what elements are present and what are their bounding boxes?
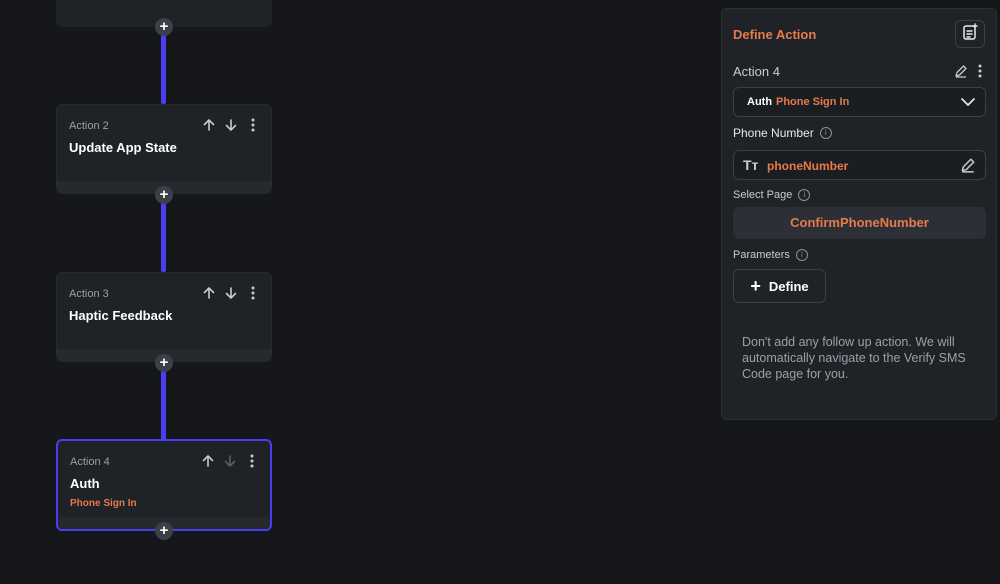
move-up-icon[interactable] <box>201 285 217 301</box>
select-page-button[interactable]: ConfirmPhoneNumber <box>733 207 986 239</box>
text-type-icon: Tт <box>743 157 759 173</box>
phone-number-value: phoneNumber <box>767 159 849 173</box>
action-subtitle: Phone Sign In <box>70 498 137 509</box>
more-options-icon[interactable] <box>245 117 261 133</box>
action-card[interactable]: Action 3 Haptic Feedback <box>56 272 272 362</box>
connector-line <box>161 368 166 440</box>
action-label: Action 3 <box>69 288 109 300</box>
plus-icon: + <box>750 276 761 296</box>
phone-number-label: Phone Number i <box>733 126 832 140</box>
define-parameters-button[interactable]: + Define <box>733 269 826 303</box>
more-options-icon[interactable] <box>245 285 261 301</box>
add-action-button[interactable]: + <box>155 522 173 540</box>
define-button-label: Define <box>768 278 809 294</box>
select-page-label-text: Select Page <box>733 189 793 201</box>
action-type-dropdown[interactable]: Auth Phone Sign In <box>733 87 986 117</box>
action-title: Haptic Feedback <box>69 308 173 323</box>
action-card[interactable]: Action 2 Update App State <box>56 104 272 194</box>
action-label: Action 4 <box>70 456 110 468</box>
info-icon[interactable]: i <box>798 189 811 201</box>
add-action-button[interactable]: + <box>155 18 173 36</box>
move-down-icon[interactable] <box>223 117 239 133</box>
add-action-button[interactable]: + <box>155 354 173 372</box>
more-options-icon[interactable] <box>244 453 260 469</box>
add-action-button[interactable]: + <box>155 186 173 204</box>
chevron-down-icon <box>960 95 976 114</box>
connector-line <box>161 200 166 272</box>
move-down-icon[interactable] <box>223 285 239 301</box>
action-name: Action 4 <box>733 64 780 79</box>
phone-number-field[interactable]: Tт phoneNumber <box>733 150 986 180</box>
document-add-icon <box>961 22 979 46</box>
connector-line <box>161 30 166 104</box>
action-type-sub: Phone Sign In <box>776 96 850 108</box>
action-title: Auth <box>70 476 100 491</box>
move-up-icon[interactable] <box>200 453 216 469</box>
action-label: Action 2 <box>69 120 109 132</box>
info-icon[interactable]: i <box>795 249 808 261</box>
panel-title: Define Action <box>733 27 817 42</box>
parameters-label-text: Parameters <box>733 249 790 261</box>
parameters-label: Parameters i <box>733 249 808 261</box>
define-action-panel: Define Action Action 4 Auth Phone Sign I… <box>721 8 997 420</box>
more-options-icon[interactable] <box>978 64 982 83</box>
move-down-icon <box>222 453 238 469</box>
action-card-selected[interactable]: Action 4 Auth Phone Sign In <box>56 439 272 531</box>
edit-icon[interactable] <box>960 157 976 178</box>
action-title: Update App State <box>69 140 177 155</box>
action-type-main: Auth <box>747 96 773 108</box>
info-note: Don't add any follow up action. We will … <box>742 335 966 381</box>
info-icon[interactable]: i <box>819 127 832 139</box>
phone-number-label-text: Phone Number <box>733 126 814 140</box>
docs-button[interactable] <box>955 20 985 48</box>
select-page-label: Select Page i <box>733 189 811 201</box>
edit-icon[interactable] <box>954 64 968 83</box>
move-up-icon[interactable] <box>201 117 217 133</box>
